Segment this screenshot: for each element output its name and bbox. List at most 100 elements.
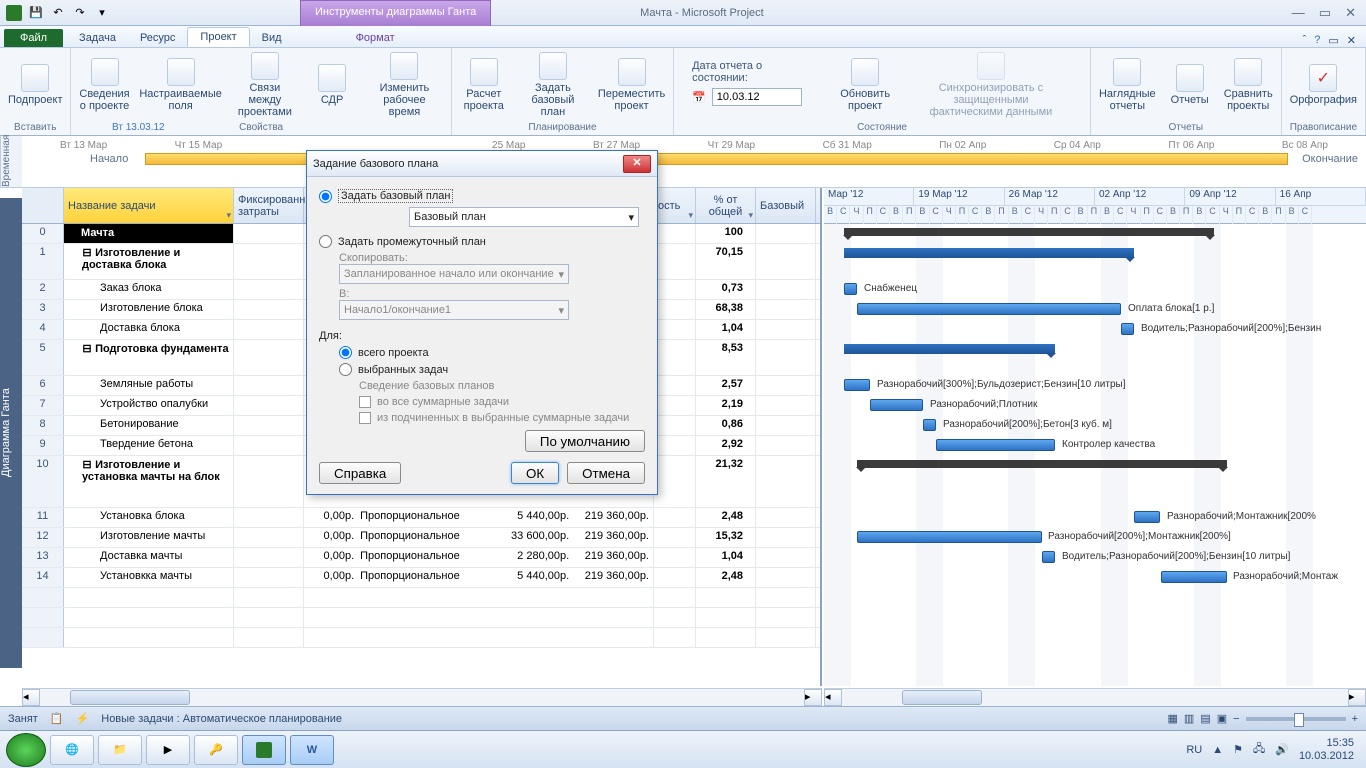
view-shortcut-icon[interactable]: ▦ [1168, 712, 1178, 725]
baseline-dropdown[interactable]: Базовый план▾ [409, 207, 639, 227]
grid-scrollbar[interactable]: ◂▸ [22, 688, 822, 706]
col-id[interactable] [22, 188, 64, 223]
btn-visual-reports[interactable]: Наглядные отчеты [1099, 58, 1156, 112]
btn-wbs[interactable]: СДР [308, 64, 356, 106]
copy-dropdown: Запланированное начало или окончание▾ [339, 264, 569, 284]
radio-set-baseline[interactable] [319, 190, 332, 203]
tray-volume-icon[interactable]: 🔊 [1275, 743, 1289, 756]
minimize-icon[interactable]: — [1292, 5, 1305, 21]
btn-move-project[interactable]: Переместить проект [598, 58, 665, 112]
btn-ok[interactable]: ОК [511, 462, 559, 484]
windows-taskbar: 🌐 📁 ▶ 🔑 W RU ▲ ⚑ 🖧 🔊 15:3510.03.2012 [0, 730, 1366, 768]
btn-defaults[interactable]: По умолчанию [525, 430, 645, 452]
tab-file[interactable]: Файл [4, 29, 63, 47]
view-shortcut3-icon[interactable]: ▤ [1200, 712, 1210, 725]
undo-icon[interactable]: ↶ [48, 3, 68, 23]
radio-for-selected[interactable] [339, 363, 352, 376]
btn-compare[interactable]: Сравнить проекты [1224, 58, 1273, 112]
window-close2-icon[interactable]: ✕ [1347, 34, 1356, 47]
btn-project-info[interactable]: Сведения о проекте [79, 58, 129, 112]
tb-folder-icon[interactable]: 📁 [98, 735, 142, 765]
btn-update-project[interactable]: Обновить проект [840, 58, 890, 112]
group-spell-label: Правописание [1290, 120, 1357, 135]
tab-project[interactable]: Проект [187, 27, 249, 47]
gantt-body[interactable]: СнабженецОплата блока[1 р.]Водитель;Разн… [824, 224, 1366, 648]
btn-links[interactable]: Связи между проектами [232, 52, 298, 118]
btn-set-baseline[interactable]: Задать базовый план [518, 52, 588, 118]
label-for-all: всего проекта [358, 347, 429, 359]
help-icon[interactable]: ? [1314, 34, 1320, 47]
zoom-out-icon[interactable]: − [1233, 713, 1239, 725]
btn-help[interactable]: Справка [319, 462, 401, 484]
table-row[interactable]: 12 Изготовление мачты 0,00р.Пропорционал… [22, 528, 820, 548]
tray-lang[interactable]: RU [1186, 744, 1202, 756]
maximize-icon[interactable]: ▭ [1319, 5, 1331, 21]
gantt-scrollbar[interactable]: ◂▸ [824, 688, 1366, 706]
close-icon[interactable]: ✕ [1345, 5, 1356, 21]
tb-word-icon[interactable]: W [290, 735, 334, 765]
label-for-selected: выбранных задач [358, 364, 448, 376]
table-row[interactable]: 11 Установка блока 0,00р.Пропорционально… [22, 508, 820, 528]
view-shortcut4-icon[interactable]: ▣ [1217, 712, 1227, 725]
group-plan-label: Планирование [460, 120, 665, 135]
tab-resource[interactable]: Ресурс [128, 29, 187, 47]
tray-network-icon[interactable]: 🖧 [1253, 740, 1265, 759]
tb-explorer-icon[interactable]: 🌐 [50, 735, 94, 765]
tray-action-icon[interactable]: ⚑ [1233, 743, 1243, 756]
col-baseline[interactable]: Базовый [756, 188, 816, 223]
window-controls: — ▭ ✕ [1292, 5, 1362, 21]
col-fixed[interactable]: Фиксированные затраты [234, 188, 304, 223]
main-area: Диаграмма Ганта Название задачи▾ Фиксиро… [0, 188, 1366, 706]
ribbon: Подпроект Вставить Сведения о проекте На… [0, 48, 1366, 136]
radio-for-all[interactable] [339, 346, 352, 359]
btn-reports[interactable]: Отчеты [1166, 64, 1214, 106]
btn-sync: Синхронизировать с защищенными фактическ… [900, 52, 1082, 118]
zoom-in-icon[interactable]: + [1352, 713, 1358, 725]
minimize-ribbon-icon[interactable]: ˆ [1303, 34, 1307, 47]
tab-view[interactable]: Вид [250, 29, 294, 47]
view-bar[interactable]: Диаграмма Ганта [0, 198, 22, 668]
window-restore-icon[interactable]: ▭ [1328, 34, 1338, 47]
table-row[interactable]: 14 Установкка мачты 0,00р.Пропорциональн… [22, 568, 820, 588]
dialog-title: Задание базового плана [313, 158, 623, 170]
tab-task[interactable]: Задача [67, 29, 128, 47]
tab-format[interactable]: Формат [344, 29, 407, 47]
start-button[interactable] [6, 733, 46, 767]
btn-subproject[interactable]: Подпроект [8, 64, 62, 106]
tb-access-icon[interactable]: 🔑 [194, 735, 238, 765]
col-remain[interactable]: ость▾ [654, 188, 696, 223]
zoom-slider[interactable] [1246, 717, 1346, 721]
label-set-baseline: Задать базовый план [338, 189, 453, 203]
table-row[interactable]: 13 Доставка мачты 0,00р.Пропорциональное… [22, 548, 820, 568]
tray-flag-icon[interactable]: ▲ [1212, 744, 1223, 756]
for-label: Для: [319, 330, 645, 342]
timeline-today: Вт 13.03.12 [112, 122, 165, 133]
ribbon-help: ˆ ? ▭ ✕ [1303, 34, 1362, 47]
view-shortcut2-icon[interactable]: ▥ [1184, 712, 1194, 725]
window-title: Мачта - Microsoft Project [112, 7, 1292, 19]
qat-more-icon[interactable]: ▾ [92, 3, 112, 23]
label-into: В: [339, 288, 419, 300]
timeline-strip: Временная Вт 13.03.12 Вт 13 МарЧт 15 Мар… [0, 136, 1366, 188]
gantt-header: Мар '1219 Мар '1226 Мар '1202 Апр '1209 … [824, 188, 1366, 224]
dialog-titlebar[interactable]: Задание базового плана ✕ [307, 151, 657, 177]
save-icon[interactable]: 💾 [26, 3, 46, 23]
status-date-input[interactable] [712, 88, 802, 106]
col-percent[interactable]: % от общей▾ [696, 188, 756, 223]
btn-spelling[interactable]: ✓Орфография [1290, 64, 1357, 106]
tray-clock[interactable]: 15:3510.03.2012 [1299, 737, 1354, 763]
btn-custom-fields[interactable]: Настраиваемые поля [140, 58, 222, 112]
col-name[interactable]: Название задачи▾ [64, 188, 234, 223]
btn-cancel[interactable]: Отмена [567, 462, 645, 484]
btn-change-time[interactable]: Изменить рабочее время [366, 52, 443, 118]
redo-icon[interactable]: ↷ [70, 3, 90, 23]
chk-sub-summary [359, 412, 371, 424]
tb-project-icon[interactable] [242, 735, 286, 765]
label-interim: Задать промежуточный план [338, 236, 486, 248]
label-chk-all: во все суммарные задачи [377, 396, 509, 408]
btn-calc[interactable]: Расчет проекта [460, 58, 508, 112]
tb-media-icon[interactable]: ▶ [146, 735, 190, 765]
radio-interim[interactable] [319, 235, 332, 248]
dialog-close-icon[interactable]: ✕ [623, 155, 651, 173]
app-icon[interactable] [4, 3, 24, 23]
